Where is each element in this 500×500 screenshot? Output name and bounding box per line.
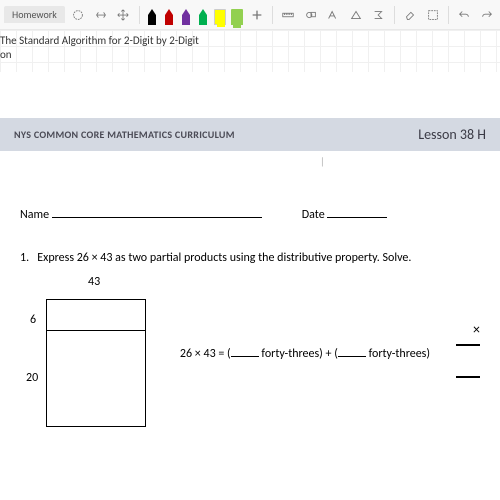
question-text: Express 26 × 43 as two partial products …	[37, 251, 411, 265]
vertical-multiplication: ×	[456, 321, 480, 378]
model-side-label-a: 6	[30, 313, 36, 327]
page-subtitle: The Standard Algorithm for 2-Digit by 2-…	[0, 34, 260, 63]
mult-line-2	[456, 376, 480, 378]
expr-mid: forty-threes) + (	[259, 347, 338, 361]
ink-to-text-icon[interactable]	[324, 5, 343, 25]
selection-icon[interactable]	[423, 5, 442, 25]
subtitle-line-1: The Standard Algorithm for 2-Digit by 2-…	[0, 34, 260, 48]
question-1: 1. Express 26 × 43 as two partial produc…	[20, 250, 480, 267]
ruler-icon[interactable]	[279, 5, 298, 25]
worksheet-content: Name Date 1. Express 26 × 43 as two part…	[0, 168, 500, 451]
date-label: Date	[302, 208, 325, 222]
document-tab[interactable]: Homework	[4, 6, 65, 23]
toolbar: Homework	[0, 0, 500, 30]
undo-icon[interactable]	[455, 5, 474, 25]
eraser-icon[interactable]	[401, 5, 420, 25]
question-number: 1.	[20, 251, 29, 265]
shapes-icon[interactable]	[302, 5, 321, 25]
name-date-row: Name Date	[20, 206, 480, 222]
separator	[394, 6, 395, 24]
worksheet-header: NYS COMMON CORE MATHEMATICS CURRICULUM L…	[0, 118, 500, 151]
insert-space-icon[interactable]	[91, 5, 110, 25]
area-top-box	[46, 299, 146, 331]
area-model: 43 6 20	[20, 291, 160, 441]
pen-green[interactable]	[196, 5, 209, 25]
date-blank[interactable]	[327, 206, 387, 218]
separator	[448, 6, 449, 24]
name-blank[interactable]	[52, 206, 262, 218]
ink-to-math-icon[interactable]	[369, 5, 388, 25]
move-icon[interactable]	[114, 5, 133, 25]
model-side-label-b: 20	[26, 371, 38, 385]
highlighter-green[interactable]	[230, 5, 243, 25]
subtitle-line-2: on	[0, 48, 260, 62]
expr-tail: forty-threes)	[366, 347, 430, 361]
expr-blank-1[interactable]	[231, 347, 259, 357]
redo-icon[interactable]	[477, 5, 496, 25]
model-top-label: 43	[88, 275, 100, 289]
lasso-select-icon[interactable]	[69, 5, 88, 25]
pen-purple[interactable]	[179, 5, 192, 25]
times-sign: ×	[473, 321, 480, 338]
pen-red[interactable]	[162, 5, 175, 25]
pen-black[interactable]	[145, 5, 158, 25]
work-row: 43 6 20 26 × 43 = ( forty-threes) + ( fo…	[20, 291, 480, 441]
distributive-expression: 26 × 43 = ( forty-threes) + ( forty-thre…	[180, 347, 430, 361]
name-label: Name	[20, 208, 49, 222]
text-cursor: |	[320, 155, 500, 168]
worksheet-page: NYS COMMON CORE MATHEMATICS CURRICULUM L…	[0, 72, 500, 451]
separator	[272, 6, 273, 24]
highlighter-yellow[interactable]	[213, 5, 226, 25]
curriculum-label: NYS COMMON CORE MATHEMATICS CURRICULUM	[14, 128, 235, 141]
expr-blank-2[interactable]	[338, 347, 366, 357]
add-pen-icon[interactable]	[247, 5, 266, 25]
area-bottom-box	[46, 331, 146, 427]
separator	[139, 6, 140, 24]
lesson-label: Lesson 38 H	[418, 126, 486, 143]
ink-to-shape-icon[interactable]	[347, 5, 366, 25]
page-subtitle-area: The Standard Algorithm for 2-Digit by 2-…	[0, 30, 500, 72]
mult-line-1	[456, 344, 480, 346]
expr-lhs: 26 × 43 = (	[180, 347, 231, 361]
